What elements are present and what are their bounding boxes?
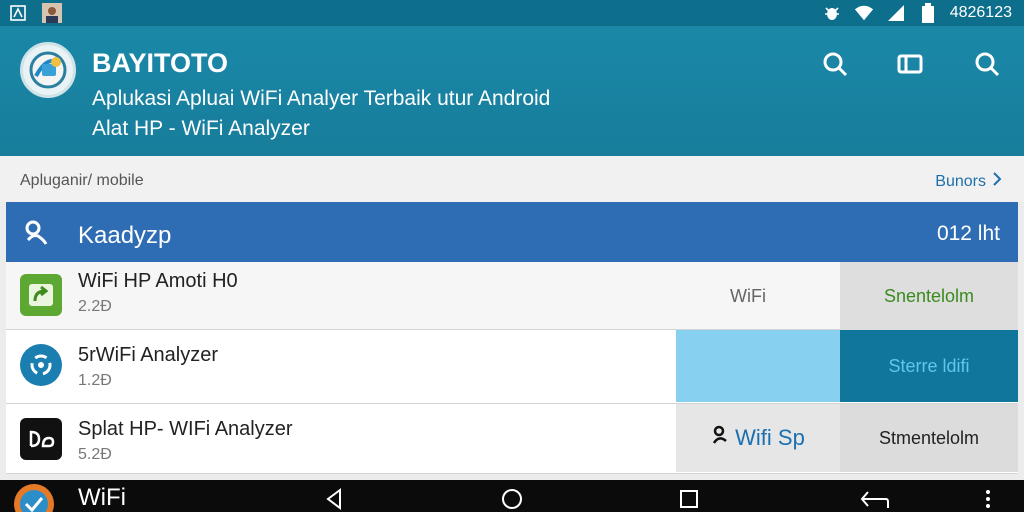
bug-icon [822, 3, 842, 23]
recents-icon[interactable] [677, 487, 701, 511]
wifi-chip[interactable]: Wifi Sp [676, 404, 840, 472]
section-label: Apluganir/ mobile [20, 172, 144, 189]
chevron-right-icon [992, 172, 1002, 191]
app-name: Splat HP- WIFi Analyzer [78, 418, 293, 440]
list-header[interactable]: Kaadyzp 012 lht [6, 202, 1018, 262]
app-name: WiFi HP Amoti H0 [78, 270, 238, 292]
user-avatar-icon [42, 3, 62, 23]
install-button[interactable]: Sterre ldifi [840, 330, 1018, 402]
list-header-count: 012 lht [936, 222, 1000, 245]
app-logo-icon [20, 42, 76, 98]
app-title: BAYITOTO [92, 48, 229, 78]
rotate-icon[interactable] [860, 487, 890, 511]
cellular-signal-icon [886, 3, 906, 23]
install-button[interactable]: Snentelolm [840, 262, 1018, 330]
black-app-icon [20, 418, 62, 460]
wifi-chip-label: Wifi Sp [735, 425, 805, 450]
app-tag: WiFi [730, 286, 766, 306]
tablet-icon[interactable] [892, 46, 928, 82]
navigation-bar: WiFi [0, 480, 1024, 512]
app-bar: BAYITOTO Aplukasi Apluai WiFi Analyer Te… [0, 26, 1024, 156]
app-version: 5.2Ð [78, 446, 112, 463]
back-icon[interactable] [322, 487, 346, 511]
highlight-panel[interactable] [676, 330, 840, 402]
see-more-label: Bunors [935, 172, 986, 190]
app-name: 5rWiFi Analyzer [78, 344, 219, 366]
list-header-title: Kaadyzp [78, 222, 172, 249]
blue-circle-icon [20, 344, 62, 386]
section-header: Apluganir/ mobile Bunors [0, 156, 1024, 202]
app-subtitle-line2: Alat HP - WiFi Analyzer [92, 117, 310, 140]
list-item[interactable]: WiFi HP Amoti H0 2.2Ð WiFi Snentelolm [6, 262, 1018, 330]
list-item[interactable]: Splat HP- WIFi Analyzer 5.2Ð Wifi Sp Stm… [6, 404, 1018, 474]
see-more-link[interactable]: Bunors [935, 172, 1002, 191]
wifi-signal-icon [854, 3, 874, 23]
status-bar: 4826123 [0, 0, 1024, 26]
app-subtitle-line1: Aplukasi Apluai WiFi Analyer Terbaik utu… [92, 87, 551, 110]
status-time: 4826123 [949, 4, 1012, 21]
app-subtitle: Aplukasi Apluai WiFi Analyer Terbaik utu… [92, 84, 652, 144]
app-version: 2.2Ð [78, 298, 112, 315]
green-arrow-icon [20, 274, 62, 316]
more-icon[interactable] [976, 487, 1000, 511]
app-launcher-icon[interactable] [12, 482, 56, 512]
battery-icon [918, 3, 938, 23]
search-icon[interactable] [969, 46, 1005, 82]
notification-icon [8, 3, 28, 23]
home-icon[interactable] [500, 487, 524, 511]
link-icon [711, 425, 729, 451]
link-icon [22, 218, 50, 251]
app-version: 1.2Ð [78, 372, 112, 389]
nav-label: WiFi [78, 484, 126, 511]
search-icon[interactable] [817, 46, 853, 82]
list-item[interactable]: 5rWiFi Analyzer 1.2Ð Sterre ldifi [6, 330, 1018, 404]
install-button[interactable]: Stmentelolm [840, 404, 1018, 472]
